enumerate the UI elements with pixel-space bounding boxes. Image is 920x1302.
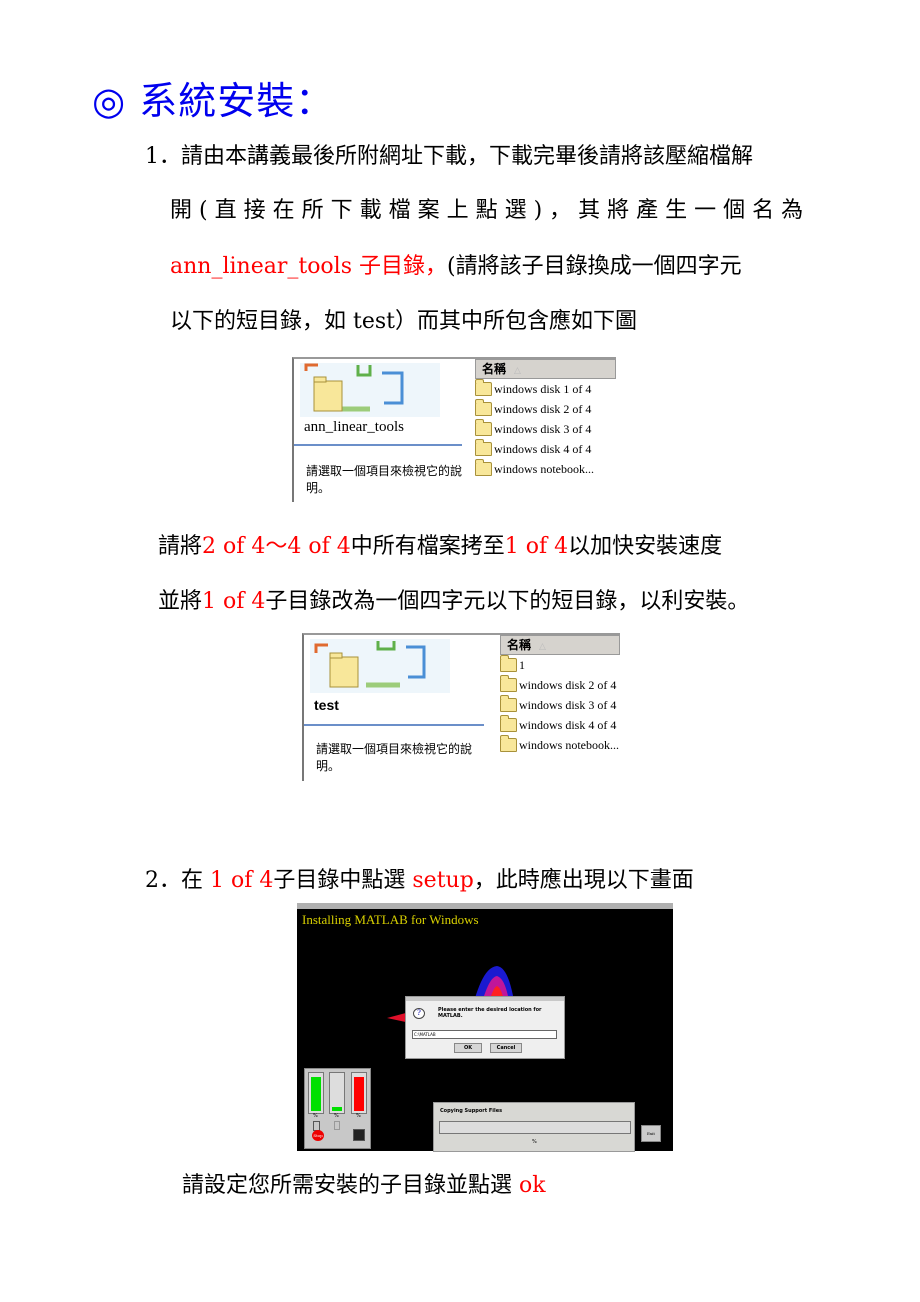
cancel-button[interactable]: Cancel — [490, 1043, 522, 1053]
dialog-titlebar — [406, 997, 564, 1001]
list-item[interactable]: 1 — [500, 655, 620, 675]
copy-instruction-line1: 請將2 of 4～4 of 4中所有檔案拷至1 of 4以加快安裝速度 — [158, 534, 723, 559]
step1-line2: 開(直接在所下載檔案上點選)，其將產生一個名為 — [170, 198, 811, 223]
folder-large-icon — [300, 363, 440, 417]
gauge-fill — [311, 1076, 321, 1111]
window-titlebar — [297, 903, 673, 909]
step1-line4: 以下的短目錄，如 test）而其中所包含應如下圖 — [170, 309, 637, 334]
folder-large-icon — [310, 639, 450, 693]
folder-description: 請選取一個項目來檢視它的說 明。 — [306, 464, 463, 495]
resource-gauges: % % % Stop — [304, 1068, 371, 1149]
explorer-screenshot-1: ann_linear_tools 請選取一個項目來檢視它的說 明。 名稱 △ wi… — [292, 357, 616, 502]
column-header-name[interactable]: 名稱 △ — [500, 635, 620, 655]
ok-highlight: ok — [519, 1173, 546, 1198]
floppy-icon — [353, 1129, 365, 1141]
gauge-2 — [329, 1072, 345, 1114]
file-list: 名稱 △ windows disk 1 of 4 windows disk 2 o… — [475, 359, 616, 479]
copy-progress-panel: Copying Support Files % — [433, 1102, 635, 1152]
question-icon: ? — [413, 1008, 425, 1019]
folder-info-pane: test 請選取一個項目來檢視它的說 明。 — [304, 635, 484, 781]
folder-description: 請選取一個項目來檢視它的說 明。 — [316, 742, 473, 773]
dialog-message: Please enter the desired location for MA… — [438, 1007, 542, 1019]
list-item[interactable]: windows disk 4 of 4 — [500, 715, 620, 735]
progress-percent: % — [532, 1139, 537, 1145]
step2-line: 2．在 1 of 4子目錄中點選 setup，此時應出現以下畫面 — [145, 868, 694, 893]
folder-title: ann_linear_tools — [304, 419, 404, 435]
exit-button[interactable]: Exit — [641, 1125, 661, 1142]
ok-button[interactable]: OK — [454, 1043, 482, 1053]
list-item[interactable]: windows disk 1 of 4 — [475, 379, 616, 399]
matlab-installer-screenshot: Installing MATLAB for Windows ? Please e… — [297, 903, 673, 1152]
list-item[interactable]: windows notebook... — [500, 735, 620, 755]
folder-info-pane: ann_linear_tools 請選取一個項目來檢視它的說 明。 — [294, 359, 464, 502]
folder-icon — [500, 695, 517, 712]
file-list: 名稱 △ 1 windows disk 2 of 4 windows disk 3… — [500, 635, 620, 755]
gauge-label: % — [313, 1113, 318, 1119]
folder-icon — [500, 675, 517, 692]
copy-instruction-line2: 並將1 of 4子目錄改為一個四字元以下的短目錄，以利安裝。 — [158, 589, 750, 614]
folder-title: test — [314, 697, 339, 713]
list-item[interactable]: windows disk 3 of 4 — [500, 695, 620, 715]
step1-line1: 1．請由本講義最後所附網址下載，下載完畢後請將該壓縮檔解 — [145, 144, 753, 169]
divider — [304, 724, 484, 726]
list-item[interactable]: windows disk 4 of 4 — [475, 439, 616, 459]
list-item[interactable]: windows disk 3 of 4 — [475, 419, 616, 439]
folder-icon — [500, 715, 517, 732]
install-location-input[interactable]: C:\MATLAB — [412, 1030, 557, 1039]
stop-button[interactable]: Stop — [312, 1130, 324, 1141]
divider — [294, 444, 462, 446]
disk-icon — [334, 1121, 340, 1130]
folder-icon — [475, 399, 492, 416]
list-item[interactable]: windows disk 2 of 4 — [500, 675, 620, 695]
folder-icon — [475, 419, 492, 436]
installer-title: Installing MATLAB for Windows — [302, 912, 479, 927]
list-item[interactable]: windows notebook... — [475, 459, 616, 479]
folder-icon — [500, 735, 517, 752]
progress-bar — [439, 1121, 631, 1134]
folder-icon — [475, 379, 492, 396]
gauge-fill — [332, 1107, 342, 1111]
gauge-1 — [308, 1072, 324, 1114]
folder-icon — [475, 459, 492, 476]
gauge-label: % — [356, 1113, 361, 1119]
dirname-highlight: ann_linear_tools 子目錄， — [170, 254, 447, 279]
section-heading: ◎ 系統安裝： — [92, 79, 335, 123]
folder-icon — [475, 439, 492, 456]
progress-label: Copying Support Files — [440, 1108, 503, 1114]
sort-arrow-icon: △ — [514, 366, 521, 376]
sort-arrow-icon: △ — [539, 642, 546, 652]
gauge-fill — [354, 1076, 364, 1111]
column-header-name[interactable]: 名稱 △ — [475, 359, 616, 379]
explorer-screenshot-2: test 請選取一個項目來檢視它的說 明。 名稱 △ 1 windows disk… — [302, 633, 620, 781]
step1-line3-rest: (請將該子目錄換成一個四字元 — [447, 254, 742, 279]
step1-line3: ann_linear_tools 子目錄，(請將該子目錄換成一個四字元 — [170, 248, 742, 280]
folder-icon — [500, 655, 517, 672]
gauge-3 — [351, 1072, 367, 1114]
list-item[interactable]: windows disk 2 of 4 — [475, 399, 616, 419]
final-instruction: 請設定您所需安裝的子目錄並點選 ok — [182, 1173, 546, 1198]
location-dialog: ? Please enter the desired location for … — [405, 996, 565, 1059]
gauge-label: % — [334, 1113, 339, 1119]
